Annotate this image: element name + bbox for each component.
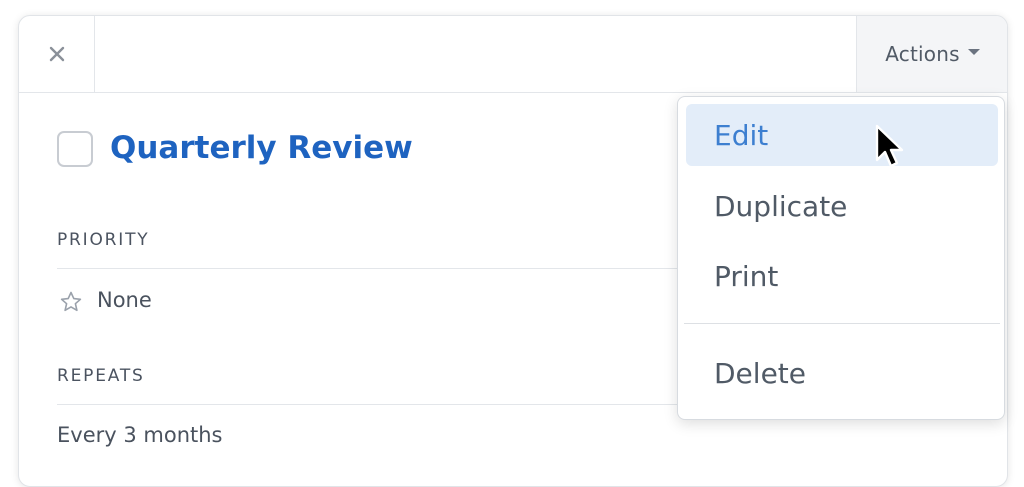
priority-label: PRIORITY bbox=[57, 230, 150, 250]
task-title[interactable]: Quarterly Review bbox=[110, 130, 413, 166]
menu-item-duplicate[interactable]: Duplicate bbox=[686, 175, 998, 237]
menu-divider bbox=[684, 323, 1000, 324]
priority-value[interactable]: None bbox=[97, 288, 152, 312]
menu-item-delete[interactable]: Delete bbox=[686, 342, 998, 404]
repeats-divider bbox=[57, 404, 697, 405]
repeats-label: REPEATS bbox=[57, 366, 145, 386]
panel-toolbar: Actions bbox=[19, 16, 1007, 93]
actions-label: Actions bbox=[885, 42, 960, 66]
star-outline-icon[interactable] bbox=[59, 290, 83, 318]
repeats-value[interactable]: Every 3 months bbox=[57, 423, 223, 447]
priority-divider bbox=[57, 268, 697, 269]
menu-item-print[interactable]: Print bbox=[686, 245, 998, 307]
menu-item-edit[interactable]: Edit bbox=[686, 104, 998, 166]
actions-dropdown-menu: Edit Duplicate Print Delete bbox=[677, 96, 1005, 420]
caret-down-icon bbox=[967, 49, 980, 55]
close-icon bbox=[49, 46, 64, 62]
task-complete-checkbox[interactable] bbox=[57, 131, 93, 167]
actions-button[interactable]: Actions bbox=[856, 16, 1007, 92]
close-button[interactable] bbox=[19, 16, 95, 92]
